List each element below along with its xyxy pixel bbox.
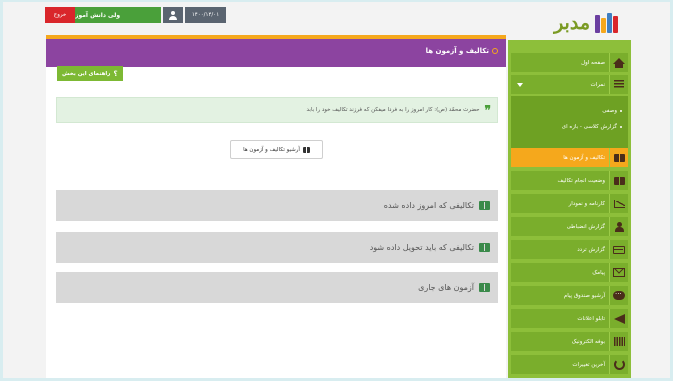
- grades-submenu: وصفی گزارش کلاسی - بازه ای: [511, 96, 628, 148]
- user-icon: [169, 10, 177, 20]
- chart-icon: [613, 199, 625, 208]
- panel-current-exams[interactable]: آزمون های جاری: [56, 272, 498, 303]
- sidebar-item-assignments[interactable]: تکالیف و آزمون ها: [511, 148, 628, 167]
- sidebar-item-label: وضعیت انجام تکالیف: [511, 171, 609, 190]
- list-icon: [614, 80, 624, 89]
- barcode-icon: [613, 337, 625, 346]
- date-display: ۱۴۰۰/۱۴/۰۱: [185, 7, 226, 23]
- panel-today-assignments[interactable]: تکالیفی که امروز داده شده: [56, 190, 498, 221]
- sidebar-item-label: صفحه اول: [511, 53, 609, 72]
- sidebar-item-grades[interactable]: نمرات: [511, 75, 628, 94]
- page-title-text: تکالیف و آزمون ها: [425, 47, 489, 55]
- sidebar-item-assignment-status[interactable]: وضعیت انجام تکالیف: [511, 171, 628, 190]
- book-icon: [479, 201, 490, 210]
- archive-button[interactable]: آرشیو تکالیف و آزمون ها: [230, 140, 323, 159]
- sidebar-item-label: تکالیف و آزمون ها: [511, 148, 609, 167]
- sidebar-item-bulletin[interactable]: تابلو اعلانات: [511, 309, 628, 328]
- submenu-item-label: وصفی: [602, 108, 617, 114]
- app-frame: مدبر ۱۴۰۰/۱۴/۰۱ ولی دانش آموز خروج تکالی…: [3, 2, 670, 378]
- question-icon: ؟: [113, 69, 118, 78]
- panel-due-assignments[interactable]: تکالیفی که باید تحویل داده شود: [56, 232, 498, 263]
- sidebar-item-label: کارنامه و نمودار: [511, 194, 609, 213]
- submenu-item-label: گزارش کلاسی - بازه ای: [561, 124, 617, 130]
- sidebar-item-label: آخرین تغییرات: [511, 355, 609, 374]
- help-button[interactable]: ؟ راهنمای این بخش: [57, 66, 123, 81]
- alert-text: حضرت محمّد (ص): کار امروز را به فردا میف…: [306, 107, 480, 113]
- logo-text: مدبر: [554, 12, 590, 34]
- panel-label: تکالیفی که امروز داده شده: [383, 201, 474, 210]
- sidebar-item-label: گزارش انضباطی: [511, 217, 609, 236]
- submenu-item-descriptive[interactable]: وصفی: [602, 108, 622, 114]
- sidebar-item-label: پیامک: [511, 263, 609, 282]
- mail-icon: [613, 268, 625, 277]
- page-title: تکالیف و آزمون ها: [426, 47, 498, 55]
- sidebar-item-discipline[interactable]: گزارش انضباطی: [511, 217, 628, 236]
- person-icon: [614, 221, 624, 232]
- sidebar-item-sms[interactable]: پیامک: [511, 263, 628, 282]
- panel-label: تکالیفی که باید تحویل داده شود: [369, 243, 474, 252]
- chevron-down-icon: [517, 82, 523, 87]
- chat-bubble-icon: [613, 288, 625, 300]
- sidebar-item-label: تابلو اعلانات: [511, 309, 609, 328]
- card-icon: [613, 245, 625, 254]
- sidebar-item-label: نمرات: [590, 81, 605, 88]
- book-icon: [302, 146, 310, 153]
- quote-alert: ❞ حضرت محمّد (ص): کار امروز را به فردا م…: [56, 97, 498, 123]
- sidebar-item-label: بوفه الکترونیک: [511, 332, 609, 351]
- quote-icon: ❞: [484, 103, 491, 117]
- panel-label: آزمون های جاری: [418, 283, 474, 292]
- sidebar-item-home[interactable]: صفحه اول: [511, 53, 628, 72]
- sidebar: صفحه اول نمرات وصفی گزارش کلاسی - بازه ا…: [508, 40, 631, 378]
- main-header: تکالیف و آزمون ها: [46, 39, 506, 67]
- logo[interactable]: مدبر: [554, 12, 618, 34]
- megaphone-icon: [613, 313, 625, 324]
- main-content: تکالیف و آزمون ها ؟ راهنمای این بخش ❞ حض…: [46, 35, 506, 378]
- archive-label: آرشیو تکالیف و آزمون ها: [243, 146, 300, 153]
- submenu-item-class-report[interactable]: گزارش کلاسی - بازه ای: [562, 124, 622, 130]
- book-icon: [479, 283, 490, 292]
- sidebar-item-attendance[interactable]: گزارش تردد: [511, 240, 628, 259]
- help-label: راهنمای این بخش: [62, 70, 111, 77]
- refresh-icon: [613, 359, 625, 370]
- book-icon: [613, 153, 625, 162]
- sidebar-item-report-card[interactable]: کارنامه و نمودار: [511, 194, 628, 213]
- logout-button[interactable]: خروج: [45, 7, 75, 23]
- book-icon: [613, 176, 625, 185]
- logo-books-icon: [595, 13, 618, 33]
- user-name[interactable]: ولی دانش آموز: [75, 7, 161, 23]
- sidebar-item-canteen[interactable]: بوفه الکترونیک: [511, 332, 628, 351]
- user-icon-box[interactable]: [163, 7, 183, 23]
- sidebar-item-label: آرشیو صندوق پیام: [511, 286, 609, 305]
- title-ring-icon: [492, 48, 498, 54]
- sidebar-item-label: گزارش تردد: [511, 240, 609, 259]
- book-icon: [479, 243, 490, 252]
- sidebar-item-latest-changes[interactable]: آخرین تغییرات: [511, 355, 628, 374]
- sidebar-item-message-archive[interactable]: آرشیو صندوق پیام: [511, 286, 628, 305]
- home-icon: [613, 57, 625, 68]
